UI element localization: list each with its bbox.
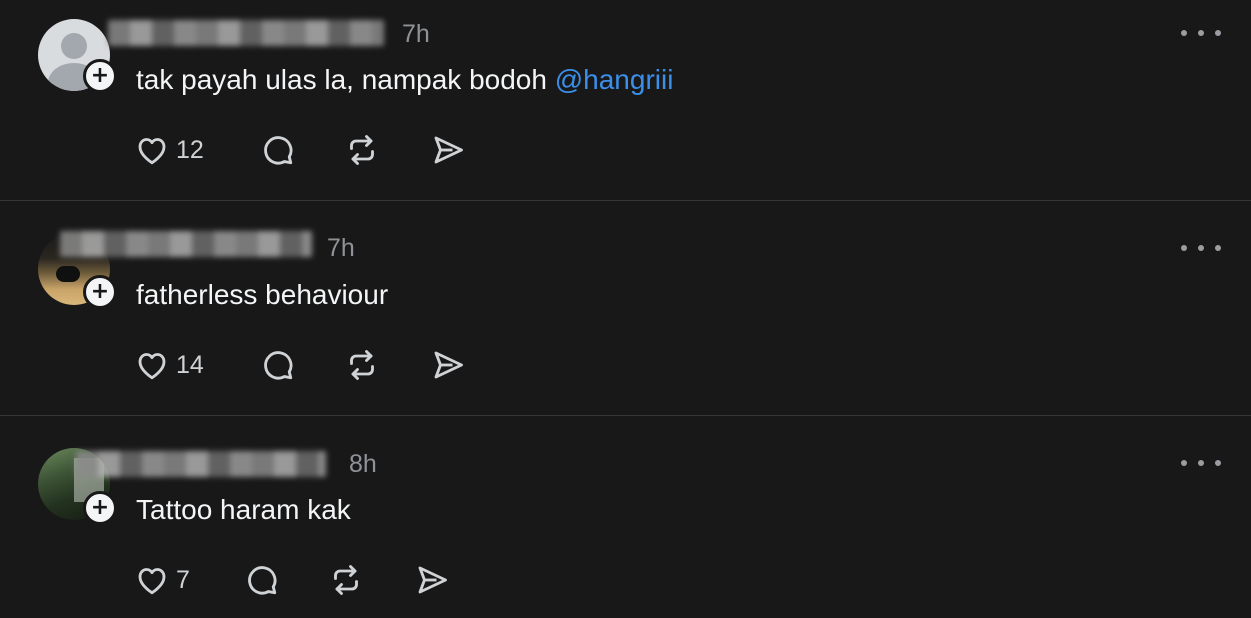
send-icon xyxy=(434,136,463,164)
comment-bubble-icon xyxy=(264,351,293,380)
heart-icon xyxy=(138,568,166,595)
heart-icon xyxy=(138,353,166,380)
repost-button[interactable] xyxy=(344,345,380,385)
comment-button[interactable] xyxy=(244,560,280,600)
follow-plus-icon[interactable]: + xyxy=(83,491,117,525)
comment-button[interactable] xyxy=(260,130,296,170)
post-text: fatherless behaviour xyxy=(136,279,389,310)
reply-post[interactable]: + 8h Tattoo haram kak 7 xyxy=(0,416,1251,618)
like-count: 14 xyxy=(176,350,204,379)
more-horizontal-icon[interactable] xyxy=(1181,453,1221,473)
reply-post[interactable]: + 7h tak payah ulas la, nampak bodoh @ha… xyxy=(0,0,1251,201)
like-button[interactable]: 7 xyxy=(134,560,190,600)
like-count: 12 xyxy=(176,135,204,164)
post-timestamp: 8h xyxy=(349,450,377,478)
like-button[interactable]: 14 xyxy=(134,345,204,385)
username-redacted[interactable] xyxy=(60,231,312,257)
avatar-photo-figure xyxy=(56,266,80,282)
share-button[interactable] xyxy=(430,345,466,385)
default-avatar-head xyxy=(61,33,87,59)
follow-plus-icon[interactable]: + xyxy=(83,275,117,309)
mention-link[interactable]: @hangriii xyxy=(555,64,674,95)
share-button[interactable] xyxy=(430,130,466,170)
share-button[interactable] xyxy=(414,560,450,600)
comment-bubble-icon xyxy=(264,136,293,165)
post-text: tak payah ulas la, nampak bodoh @hangrii… xyxy=(136,64,673,96)
repost-icon xyxy=(334,565,358,595)
repost-button[interactable] xyxy=(328,560,364,600)
username-redacted[interactable] xyxy=(76,451,326,477)
thread-replies-feed: + 7h tak payah ulas la, nampak bodoh @ha… xyxy=(0,0,1251,618)
like-button[interactable]: 12 xyxy=(134,130,204,170)
repost-icon xyxy=(350,135,374,165)
repost-icon xyxy=(350,350,374,380)
like-count: 7 xyxy=(176,565,190,594)
post-timestamp: 7h xyxy=(327,234,355,262)
send-icon xyxy=(434,351,463,379)
more-horizontal-icon[interactable] xyxy=(1181,23,1221,43)
reply-post[interactable]: + 7h fatherless behaviour 14 xyxy=(0,201,1251,416)
comment-button[interactable] xyxy=(260,345,296,385)
username-redacted[interactable] xyxy=(108,20,384,46)
repost-button[interactable] xyxy=(344,130,380,170)
heart-icon xyxy=(138,138,166,165)
post-text-content: tak payah ulas la, nampak bodoh xyxy=(136,64,555,95)
post-timestamp: 7h xyxy=(402,20,430,48)
post-text: Tattoo haram kak xyxy=(136,494,351,525)
more-horizontal-icon[interactable] xyxy=(1181,238,1221,258)
follow-plus-icon[interactable]: + xyxy=(83,59,117,93)
send-icon xyxy=(418,566,447,594)
comment-bubble-icon xyxy=(248,566,277,595)
